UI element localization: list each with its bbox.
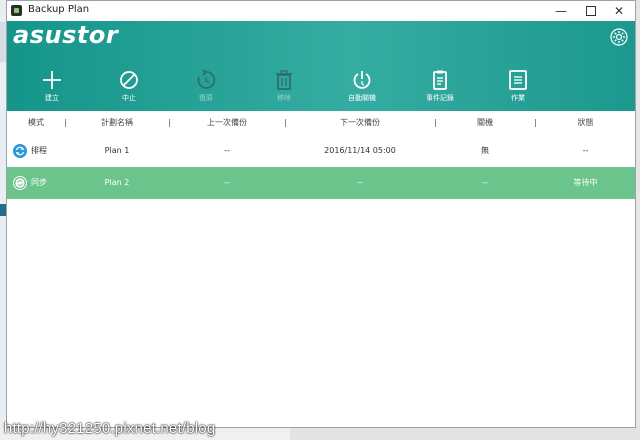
settings-button[interactable] bbox=[609, 27, 629, 47]
row-shutdown: -- bbox=[482, 178, 488, 187]
jobs-icon bbox=[509, 70, 527, 90]
restore-label: 復原 bbox=[199, 94, 213, 102]
brand-logo: asustor bbox=[13, 21, 119, 49]
table-row[interactable]: 排程 Plan 1 -- 2016/11/14 05:00 無 -- bbox=[7, 135, 635, 168]
restore-icon bbox=[197, 69, 216, 89]
stop-label: 中止 bbox=[122, 94, 136, 102]
trash-icon bbox=[276, 70, 292, 90]
stop-button[interactable]: 中止 bbox=[94, 69, 164, 111]
auto-shutdown-button[interactable]: 自動關機 bbox=[327, 69, 397, 111]
log-icon bbox=[433, 70, 447, 90]
maximize-button[interactable] bbox=[577, 1, 605, 21]
watermark-text: http://hy321250.pixnet.net/blog bbox=[4, 420, 216, 437]
power-icon bbox=[353, 71, 371, 89]
remove-button[interactable]: 移除 bbox=[249, 69, 319, 111]
row-mode: 同步 bbox=[31, 178, 47, 187]
desktop-background-right bbox=[636, 0, 640, 440]
row-next-backup: 2016/11/14 05:00 bbox=[324, 146, 396, 155]
row-last-backup: -- bbox=[224, 178, 230, 187]
column-header-mode[interactable]: 模式 bbox=[7, 111, 65, 135]
plus-icon bbox=[43, 71, 61, 89]
column-header-plan-name[interactable]: 計劃名稱 bbox=[66, 111, 168, 135]
title-bar[interactable]: Backup Plan — ✕ bbox=[7, 1, 635, 21]
maximize-icon bbox=[586, 6, 596, 16]
create-label: 建立 bbox=[45, 94, 59, 102]
column-header-shutdown[interactable]: 關機 bbox=[436, 111, 534, 135]
window-title: Backup Plan bbox=[28, 4, 90, 15]
event-log-label: 事件記錄 bbox=[426, 94, 454, 102]
column-header-next-backup[interactable]: 下一次備份 bbox=[286, 111, 434, 135]
table-row-selected[interactable]: 同步 Plan 2 -- -- -- 等待中 bbox=[7, 167, 635, 199]
table-header: 模式 計劃名稱 上一次備份 下一次備份 關機 狀態 bbox=[7, 111, 635, 136]
row-last-backup: -- bbox=[224, 146, 230, 155]
header-banner: asustor 建立 中止 復原 移除 自動關機 事件記錄 作業 bbox=[7, 21, 635, 111]
sync-icon bbox=[13, 176, 27, 190]
minimize-button[interactable]: — bbox=[547, 1, 575, 21]
close-button[interactable]: ✕ bbox=[605, 1, 633, 21]
restore-button[interactable]: 復原 bbox=[171, 69, 241, 111]
row-plan-name: Plan 1 bbox=[104, 146, 130, 155]
row-status: -- bbox=[582, 146, 589, 155]
stop-icon bbox=[120, 71, 138, 89]
row-next-backup: -- bbox=[357, 178, 363, 187]
jobs-button[interactable]: 作業 bbox=[483, 69, 553, 111]
row-shutdown: 無 bbox=[481, 146, 489, 155]
auto-shutdown-label: 自動關機 bbox=[348, 94, 376, 102]
app-icon bbox=[11, 5, 22, 16]
backup-plan-window: Backup Plan — ✕ asustor 建立 中止 復原 移除 自動關機… bbox=[6, 0, 636, 428]
row-mode: 排程 bbox=[31, 146, 47, 155]
schedule-sync-icon bbox=[13, 144, 27, 158]
create-button[interactable]: 建立 bbox=[17, 69, 87, 111]
column-header-last-backup[interactable]: 上一次備份 bbox=[170, 111, 284, 135]
jobs-label: 作業 bbox=[511, 94, 525, 102]
gear-icon bbox=[610, 28, 628, 46]
event-log-button[interactable]: 事件記錄 bbox=[405, 69, 475, 111]
row-status: 等待中 bbox=[573, 178, 598, 187]
column-header-status[interactable]: 狀態 bbox=[536, 111, 635, 135]
remove-label: 移除 bbox=[277, 94, 291, 102]
row-plan-name: Plan 2 bbox=[104, 178, 130, 187]
